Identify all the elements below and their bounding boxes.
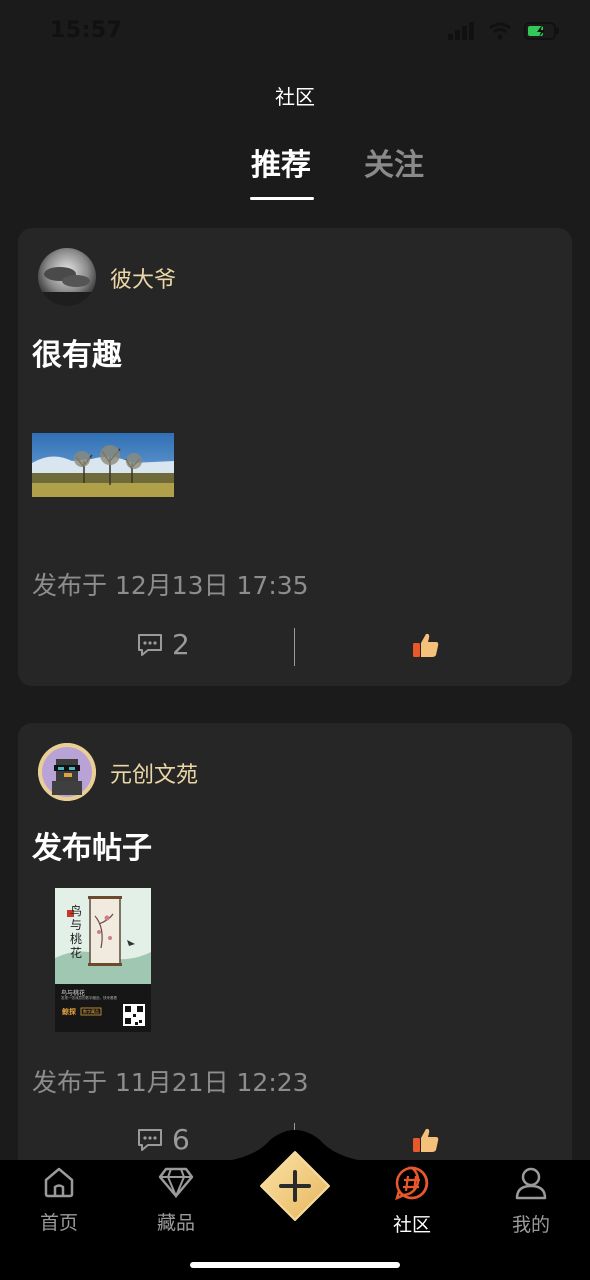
like-icon[interactable]: [411, 1125, 441, 1155]
status-icons: [448, 22, 560, 40]
comment-icon: [138, 633, 162, 656]
status-time: 15:57: [50, 18, 123, 43]
post-date: 发布于 12月13日 17:35: [32, 571, 309, 600]
poster-brand: 鲸探: [62, 1008, 76, 1016]
post-date: 发布于 11月21日 12:23: [32, 1068, 309, 1097]
nav-item-profile[interactable]: 我的: [486, 1166, 576, 1237]
nav-label-profile: 我的: [511, 1214, 550, 1236]
author-name[interactable]: 元创文苑: [110, 757, 198, 789]
poster-subcaption: 发现一张深层的数字藏品，快来看看: [61, 996, 117, 1000]
wifi-icon: [489, 22, 511, 40]
avatar[interactable]: [38, 248, 96, 306]
page-title: 社区: [275, 85, 315, 109]
avatar[interactable]: [38, 743, 96, 801]
comment-count: 2: [172, 628, 190, 661]
diamond-icon: [158, 1167, 194, 1199]
nav-label-home: 首页: [39, 1212, 78, 1234]
comment-icon: [138, 1128, 162, 1151]
battery-icon: [524, 22, 559, 40]
post-actions: 2: [18, 628, 572, 668]
tab-bar: 推荐 关注: [0, 140, 590, 200]
hash-icon: [395, 1166, 429, 1201]
tab-recommend[interactable]: 推荐: [251, 140, 311, 184]
tab-following[interactable]: 关注: [364, 140, 424, 184]
home-indicator: [190, 1262, 400, 1268]
nav-item-collections[interactable]: 藏品: [131, 1166, 221, 1235]
post-image[interactable]: [32, 433, 174, 497]
poster-title: 鸟与桃花: [70, 904, 83, 960]
user-icon: [515, 1167, 547, 1200]
comment-count: 6: [172, 1123, 190, 1156]
post-text: 发布帖子: [32, 831, 152, 866]
action-divider: [294, 628, 295, 666]
status-bar: 15:57: [0, 0, 590, 64]
post-poster-image[interactable]: 鸟与桃花 鸟与桃花 发现一张深层的数字藏品，快来看看 鲸探 数字藏品: [55, 888, 151, 1032]
post-card[interactable]: 元创文苑 发布帖子 鸟与桃花 鸟与桃花 发现一张深层的数字藏品，快来看看 鲸探 …: [18, 723, 572, 1193]
add-post-button[interactable]: [259, 1150, 331, 1222]
author-name[interactable]: 彼大爷: [110, 262, 176, 294]
active-tab-indicator: [250, 197, 314, 200]
nav-item-home[interactable]: 首页: [14, 1166, 104, 1235]
post-card[interactable]: 彼大爷 很有趣 发布于 12月13日 17:35 2: [18, 228, 572, 686]
comment-button[interactable]: 2: [136, 628, 190, 661]
poster-badge: 数字藏品: [83, 1009, 99, 1014]
nav-item-community[interactable]: 社区: [367, 1166, 457, 1237]
home-icon: [44, 1167, 74, 1198]
comment-button[interactable]: 6: [136, 1123, 190, 1156]
nav-label-community: 社区: [392, 1214, 431, 1236]
signal-icon: [448, 22, 474, 40]
like-icon[interactable]: [411, 630, 441, 660]
post-text: 很有趣: [32, 338, 122, 373]
nav-label-collections: 藏品: [156, 1212, 195, 1234]
